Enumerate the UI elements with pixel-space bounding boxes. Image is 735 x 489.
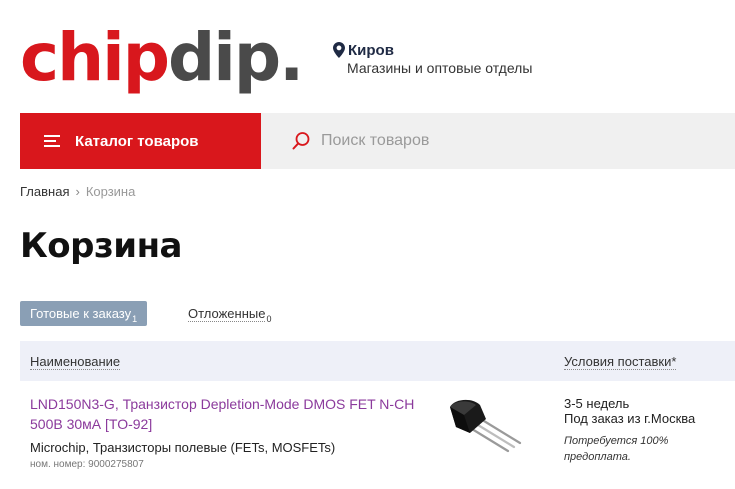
- column-header-name[interactable]: Наименование: [30, 354, 121, 370]
- site-logo[interactable]: chipdip.: [20, 18, 304, 98]
- map-pin-icon: [333, 42, 345, 58]
- breadcrumb-home-link[interactable]: Главная: [20, 184, 69, 199]
- page-title: Корзина: [20, 226, 183, 266]
- tab-postponed-count: 0: [266, 313, 272, 324]
- catalog-button-label: Каталог товаров: [75, 132, 199, 150]
- tab-ready-to-order[interactable]: Готовые к заказу1: [20, 301, 148, 326]
- location-block[interactable]: Киров Магазины и оптовые отделы: [333, 40, 532, 76]
- logo-text-chip: chip: [20, 19, 170, 96]
- breadcrumb: Главная › Корзина: [20, 184, 135, 199]
- cart-item-row: LND150N3-G, Транзистор Depletion-Mode DM…: [20, 381, 735, 489]
- catalog-button[interactable]: Каталог товаров: [20, 113, 261, 169]
- cart-table-header: Наименование Условия поставки*: [20, 341, 735, 381]
- product-number: ном. номер: 9000275807: [30, 459, 144, 470]
- tab-ready-count: 1: [132, 313, 138, 324]
- logo-text-dip: dip.: [167, 19, 304, 96]
- to92-transistor-icon[interactable]: [444, 397, 524, 457]
- search-bar[interactable]: [261, 113, 735, 169]
- city-name[interactable]: Киров: [348, 42, 394, 59]
- breadcrumb-current: Корзина: [85, 184, 136, 199]
- product-title-link[interactable]: LND150N3-G, Транзистор Depletion-Mode DM…: [30, 394, 430, 434]
- delivery-time: 3-5 недель Под заказ из г.Москва: [564, 396, 695, 426]
- menu-icon: [44, 135, 60, 147]
- product-manufacturer: Microchip, Транзисторы полевые (FETs, MO…: [30, 440, 336, 455]
- search-input[interactable]: [321, 132, 701, 150]
- search-icon: [292, 132, 310, 150]
- column-header-delivery[interactable]: Условия поставки*: [564, 354, 677, 370]
- tab-postponed-label: Отложенные: [188, 306, 266, 322]
- tab-ready-label: Готовые к заказу: [30, 306, 132, 321]
- breadcrumb-separator: ›: [75, 184, 80, 199]
- prepayment-note: Потребуется 100% предоплата.: [564, 435, 669, 463]
- delivery-source: Под заказ из г.Москва: [564, 411, 696, 426]
- tab-postponed[interactable]: Отложенные0: [188, 306, 271, 324]
- stores-link[interactable]: Магазины и оптовые отделы: [347, 60, 532, 76]
- delivery-weeks: 3-5 недель: [564, 396, 630, 411]
